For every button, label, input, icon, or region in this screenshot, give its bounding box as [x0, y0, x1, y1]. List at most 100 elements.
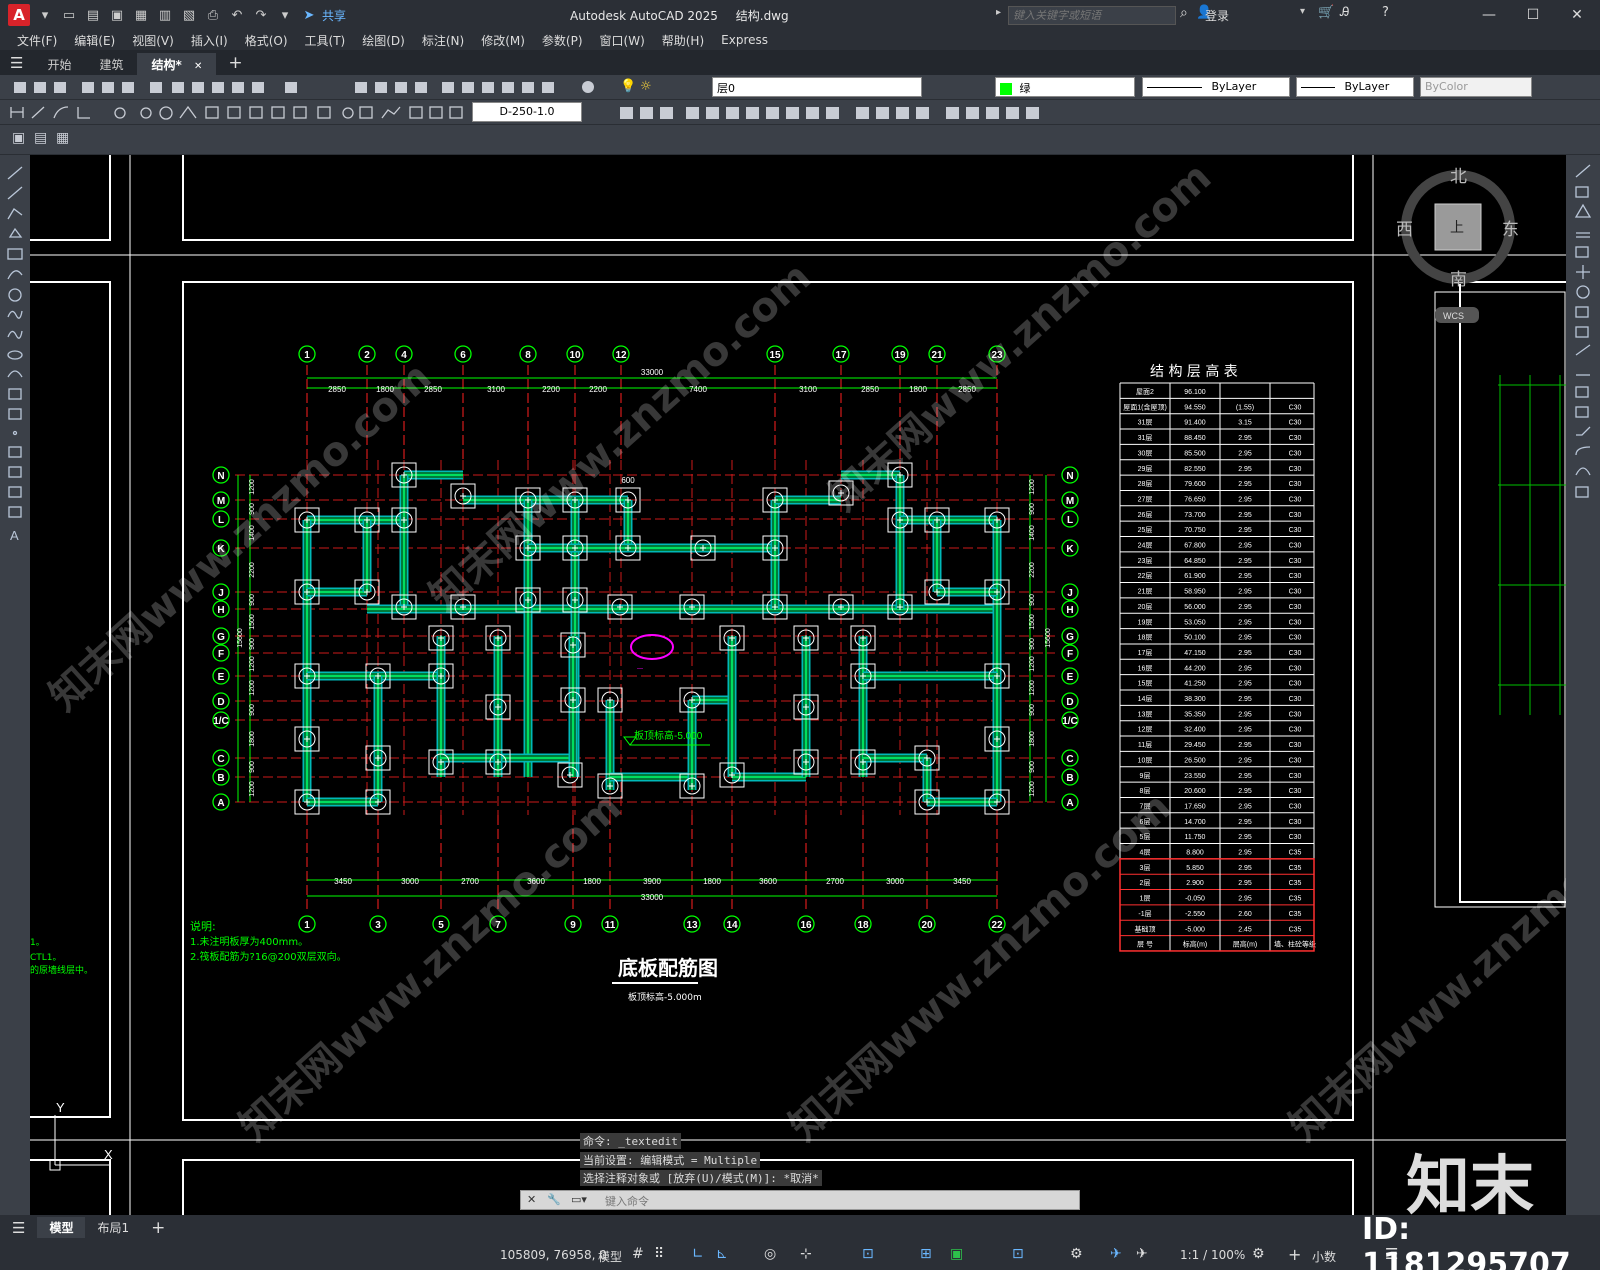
lineweight-dropdown[interactable]: ByLayer: [1296, 77, 1414, 97]
hamburger-menu-icon[interactable]: ☰: [0, 51, 33, 75]
layer-previous-icon[interactable]: ▦: [56, 130, 69, 146]
menu-item[interactable]: 插入(I): [191, 32, 228, 49]
dim-style-dropdown[interactable]: D-250-1.0: [472, 102, 582, 122]
model-space-toggle[interactable]: 模型: [598, 1248, 622, 1265]
new-tab-icon[interactable]: +: [216, 51, 254, 75]
plotstyle-value: ByColor: [1425, 80, 1468, 93]
menu-item[interactable]: Express: [721, 33, 768, 47]
modeling-tool-icons[interactable]: [590, 104, 1070, 121]
annotation-monitor-icon[interactable]: ⊡: [1012, 1246, 1024, 1262]
customize-icon[interactable]: ▾: [276, 6, 294, 24]
command-settings-icon[interactable]: 🔧: [547, 1193, 561, 1206]
close-icon[interactable]: ✕: [1562, 4, 1592, 26]
menu-arrow-icon[interactable]: ▾: [36, 6, 54, 24]
osnap-icon[interactable]: ◎: [764, 1246, 776, 1262]
annotation-scale[interactable]: 1:1 / 100%: [1180, 1248, 1245, 1262]
new-file-icon[interactable]: ▭: [60, 6, 78, 24]
command-recent-icon[interactable]: ▭▾: [571, 1193, 587, 1206]
layer-freeze-icon[interactable]: ☼: [640, 79, 652, 94]
menu-item[interactable]: 窗口(W): [600, 32, 645, 49]
menu-item[interactable]: 标注(N): [422, 32, 464, 49]
menu-item[interactable]: 绘图(D): [362, 32, 405, 49]
region-icon: [8, 486, 22, 498]
help-icon[interactable]: ?: [1382, 5, 1389, 20]
tab-architecture[interactable]: 建筑: [85, 53, 137, 75]
cad-drawing[interactable]: 1 2 4 6 8 10 12 15 17 19 21 231 3 5 7 9 11 13 14 16 18 20 22N N…: [30, 155, 1566, 1215]
login-button[interactable]: 登录: [1205, 7, 1229, 24]
search-icon[interactable]: ⌕: [1180, 5, 1188, 21]
search-input[interactable]: [1008, 6, 1176, 25]
maximize-icon[interactable]: ☐: [1518, 4, 1548, 26]
polar-icon[interactable]: ⊾: [716, 1246, 728, 1262]
search-arrow-icon[interactable]: ▸: [996, 7, 1001, 18]
auto-scale-icon[interactable]: ✈: [1136, 1246, 1148, 1262]
share-icon[interactable]: ➤: [300, 6, 318, 24]
open-file-icon[interactable]: ▤: [84, 6, 102, 24]
axis-bubble-right: 1/C: [1062, 716, 1078, 727]
tab-model[interactable]: 模型: [37, 1217, 86, 1238]
fillet-icon: [1575, 446, 1591, 456]
plotstyle-dropdown[interactable]: ByColor: [1420, 77, 1532, 97]
menu-item[interactable]: 工具(T): [305, 32, 346, 49]
selection-cycling-icon[interactable]: ⊞: [920, 1246, 932, 1262]
plot-icon[interactable]: ⎙: [204, 6, 222, 24]
undo-icon[interactable]: ↶: [228, 6, 246, 24]
save-as-icon[interactable]: ▦: [132, 6, 150, 24]
draw-tool-icons[interactable]: A: [0, 155, 30, 575]
tab-start[interactable]: 开始: [33, 53, 85, 75]
command-line[interactable]: ✕ 🔧 ▭▾ 键入命令: [520, 1190, 1080, 1210]
menu-item[interactable]: 修改(M): [481, 32, 525, 49]
cart-icon[interactable]: 🛒: [1318, 5, 1334, 20]
settings-gear-icon[interactable]: ⚙: [1252, 1246, 1265, 1262]
open-web-icon[interactable]: ▥: [156, 6, 174, 24]
tab-close-icon[interactable]: ✕: [194, 61, 202, 72]
units-dropdown[interactable]: 小数: [1312, 1248, 1336, 1265]
layer-state-icon[interactable]: ▤: [34, 130, 47, 146]
table-cell: 2.95: [1238, 788, 1252, 795]
modify-tool-icons[interactable]: [1566, 155, 1600, 535]
command-close-icon[interactable]: ✕: [527, 1193, 536, 1206]
ortho-icon[interactable]: ∟: [692, 1246, 704, 1262]
table-cell: 35.350: [1184, 711, 1206, 718]
axis-bubble-bottom: 5: [438, 920, 444, 931]
coordinates-readout[interactable]: 105809, 76958, 0: [500, 1248, 607, 1262]
menu-item[interactable]: 格式(O): [245, 32, 288, 49]
tab-structure[interactable]: 结构* ✕: [137, 53, 217, 75]
snap-icon[interactable]: ⠿: [654, 1246, 664, 1262]
add-layout-icon[interactable]: +: [141, 1218, 175, 1238]
menu-item[interactable]: 帮助(H): [662, 32, 704, 49]
login-arrow-icon[interactable]: ▾: [1300, 6, 1305, 17]
drawing-canvas[interactable]: 1 2 4 6 8 10 12 15 17 19 21 23 1 3 5 7 9 11 13 14 16 18 20 22 N N…: [30, 155, 1566, 1215]
menu-item[interactable]: 编辑(E): [74, 32, 115, 49]
left-sheet-frame: [30, 281, 111, 1118]
layout-menu-icon[interactable]: ☰: [0, 1219, 37, 1237]
autocad-logo-icon[interactable]: A: [8, 4, 30, 26]
otrack-icon[interactable]: ⊹: [800, 1246, 812, 1262]
grid-icon[interactable]: #: [632, 1246, 644, 1262]
autodesk-a360-icon[interactable]: Ꭿ: [1340, 5, 1349, 20]
ucs-icon: [620, 107, 633, 119]
linetype-dropdown[interactable]: ByLayer: [1142, 77, 1290, 97]
add-icon[interactable]: +: [1288, 1245, 1301, 1264]
annotation-visibility-icon[interactable]: ✈: [1110, 1246, 1122, 1262]
menu-item[interactable]: 视图(V): [132, 32, 174, 49]
menu-item[interactable]: 文件(F): [17, 32, 57, 49]
menu-item[interactable]: 参数(P): [542, 32, 583, 49]
minimize-icon[interactable]: —: [1474, 4, 1504, 26]
standard-tool-icons[interactable]: [10, 79, 610, 96]
table-cell: 12层: [1138, 726, 1153, 734]
dimension-tool-icons[interactable]: [8, 104, 468, 121]
save-web-icon[interactable]: ▧: [180, 6, 198, 24]
layer-on-icon[interactable]: 💡: [620, 79, 636, 94]
layer-properties-icon[interactable]: ▣: [12, 130, 25, 146]
table-cell: C35: [1289, 926, 1302, 933]
save-icon[interactable]: ▣: [108, 6, 126, 24]
redo-icon[interactable]: ↷: [252, 6, 270, 24]
dynucs-icon[interactable]: ⊡: [862, 1246, 874, 1262]
share-button[interactable]: 共享: [322, 7, 346, 24]
transparency-icon[interactable]: ▣: [950, 1246, 963, 1262]
workspace-icon[interactable]: ⚙: [1070, 1246, 1083, 1262]
layer-dropdown[interactable]: 层0: [712, 77, 922, 97]
color-dropdown[interactable]: 绿: [995, 77, 1135, 97]
tab-layout1[interactable]: 布局1: [85, 1217, 141, 1238]
